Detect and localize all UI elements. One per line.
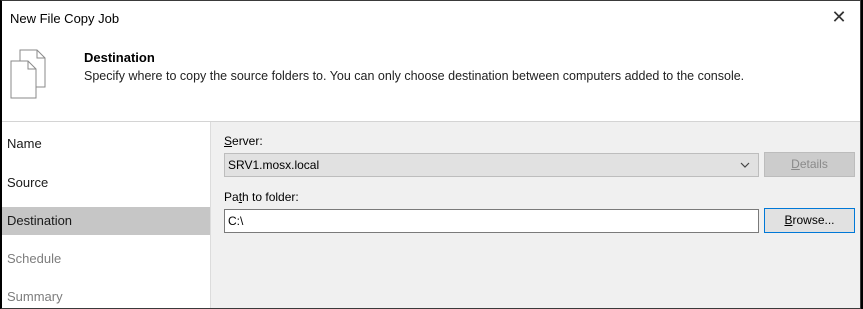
server-select[interactable]: SRV1.mosx.local [224,153,759,177]
copy-document-icon [10,49,46,99]
path-input[interactable]: C:\ [224,209,759,233]
details-button: Details [764,152,855,177]
nav-item-destination[interactable]: Destination [2,207,210,235]
path-label: Path to folder: [224,190,299,204]
destination-panel: Server: SRV1.mosx.local Details Path to … [211,122,860,308]
nav-item-schedule: Schedule [7,251,62,266]
nav-item-summary: Summary [7,289,63,304]
section-description: Specify where to copy the source folders… [84,69,745,83]
server-label: Server: [224,134,263,148]
chevron-down-icon [740,162,750,168]
wizard-nav: Name Source Destination Schedule Summary [2,122,211,308]
nav-item-name[interactable]: Name [2,130,210,158]
section-title: Destination [84,50,155,65]
new-file-copy-job-dialog: New File Copy Job ✕ Destination Specify … [0,0,861,309]
window-title: New File Copy Job [10,11,120,26]
nav-item-source[interactable]: Source [2,169,210,197]
server-select-value: SRV1.mosx.local [228,158,320,172]
browse-button[interactable]: Browse... [764,208,855,233]
close-icon[interactable]: ✕ [828,6,850,28]
path-input-value: C:\ [228,214,244,228]
